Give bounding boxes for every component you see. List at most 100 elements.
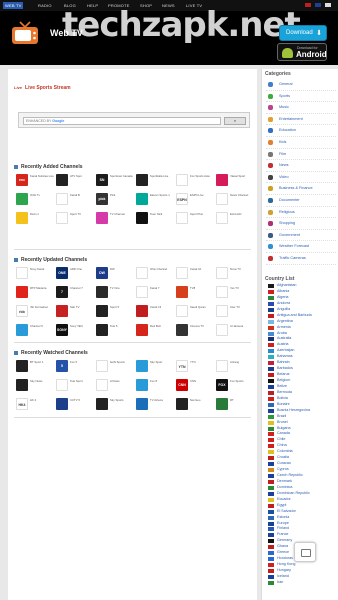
channel-name[interactable]: ARD One xyxy=(70,267,94,271)
channel-name[interactable]: Kanal B xyxy=(70,193,94,197)
channel-tile[interactable]: Kanal 7 xyxy=(134,285,174,301)
channel-name[interactable]: Fox Sports xyxy=(230,379,254,383)
channel-tile[interactable]: Star TV xyxy=(54,304,94,320)
channel-name[interactable]: Tele 5 xyxy=(110,324,134,328)
channel-tile[interactable]: Sky Sport xyxy=(134,359,174,375)
channel-name[interactable]: Inter TV xyxy=(230,305,254,309)
channel-name[interactable]: Sky Sport xyxy=(150,360,174,364)
channel-tile[interactable]: RTP Madeira xyxy=(14,285,54,301)
channel-name[interactable]: Arirang xyxy=(230,360,254,364)
channel-name[interactable]: Extra HD xyxy=(230,212,254,216)
channel-name[interactable]: Sportitalia Live xyxy=(150,174,174,178)
channel-tile[interactable]: Sky Sports xyxy=(94,397,134,413)
channel-tile[interactable]: Sport Plus xyxy=(174,211,214,227)
channel-tile[interactable]: Sport 5 xyxy=(94,304,134,320)
channel-name[interactable]: Cinema TV xyxy=(190,324,214,328)
search-button[interactable]: ⌕ xyxy=(224,117,246,125)
channel-logo[interactable] xyxy=(136,379,148,391)
channel-tile[interactable]: HK4 HK 4 xyxy=(14,397,54,413)
channel-name[interactable]: Canal 10 xyxy=(190,267,214,271)
channel-logo[interactable] xyxy=(56,379,68,391)
channel-logo[interactable] xyxy=(96,212,108,224)
channel-logo[interactable] xyxy=(96,305,108,317)
floating-chat-widget[interactable] xyxy=(294,542,316,562)
search-input[interactable]: ENHANCED BY Google xyxy=(23,117,221,125)
channel-name[interactable]: TV One xyxy=(110,286,134,290)
channel-tile[interactable]: Cinema TV xyxy=(174,323,214,339)
channel-logo[interactable] xyxy=(136,212,148,224)
channel-name[interactable]: Sport 5 xyxy=(110,305,134,309)
channel-tile[interactable]: beIN Sports xyxy=(94,359,134,375)
channel-tile[interactable]: Sportitalia Live xyxy=(134,173,174,189)
channel-tile[interactable]: TV Azteca xyxy=(134,397,174,413)
channel-name[interactable]: Kanal 7 xyxy=(150,286,174,290)
channel-logo[interactable] xyxy=(16,360,28,372)
country-item[interactable]: Iran xyxy=(266,580,336,586)
channel-name[interactable]: BT Sport 1 xyxy=(30,360,54,364)
channel-logo[interactable] xyxy=(216,193,228,205)
category-item[interactable]: Religious xyxy=(266,207,336,219)
channel-name[interactable]: Red Bull xyxy=(150,324,174,328)
category-item[interactable]: Music xyxy=(266,102,336,114)
channel-name[interactable]: Fox 5 xyxy=(70,360,94,364)
channel-tile[interactable]: DW DW xyxy=(94,266,134,282)
channel-logo[interactable] xyxy=(136,305,148,317)
nav-web-tv[interactable]: WEB TV xyxy=(3,2,24,9)
channel-name[interactable]: TV Azteca xyxy=(150,398,174,402)
channel-name[interactable]: rbb Fernsehen xyxy=(30,305,54,309)
channel-name[interactable]: CNN xyxy=(190,379,214,383)
channel-tile[interactable]: Eleven Sports 1 xyxy=(134,192,174,208)
channel-logo[interactable] xyxy=(176,324,188,336)
channel-logo[interactable] xyxy=(216,305,228,317)
channel-tile[interactable]: Fox 8 xyxy=(134,378,174,394)
channel-name[interactable]: Novy Kanal xyxy=(30,267,54,271)
channel-name[interactable]: RTP Madeira xyxy=(30,286,54,290)
channel-logo[interactable] xyxy=(136,398,148,410)
channel-name[interactable]: Sky News xyxy=(30,379,54,383)
channel-tile[interactable]: Al Jazeera xyxy=(214,323,254,339)
channel-name[interactable]: Channel 5 xyxy=(30,324,54,328)
channel-tile[interactable]: Viasat Sport xyxy=(214,173,254,189)
channel-logo[interactable] xyxy=(16,324,28,336)
category-item[interactable]: Business & Finance xyxy=(266,183,336,195)
channel-logo[interactable] xyxy=(136,360,148,372)
channel-tile[interactable]: SONY Sony TEN xyxy=(54,323,94,339)
channel-name[interactable]: Pick xyxy=(110,193,134,197)
channel-name[interactable]: News Channel xyxy=(230,193,254,197)
channel-tile[interactable]: Novy Kanal xyxy=(14,266,54,282)
channel-tile[interactable]: Sky News xyxy=(14,378,54,394)
tv-logo-icon[interactable] xyxy=(11,21,39,45)
channel-logo[interactable] xyxy=(16,379,28,391)
channel-tile[interactable]: Ohio Channel xyxy=(134,266,174,282)
channel-logo[interactable] xyxy=(136,324,148,336)
channel-logo[interactable] xyxy=(176,286,188,298)
channel-logo[interactable] xyxy=(176,212,188,224)
channel-logo[interactable]: SN xyxy=(96,174,108,186)
nav-radio[interactable]: RADIO xyxy=(38,3,52,8)
channel-name[interactable]: Eleven Sports 1 xyxy=(150,193,174,197)
channel-logo[interactable]: CNN xyxy=(176,379,188,391)
channel-tile[interactable]: TV One xyxy=(94,285,134,301)
channel-name[interactable]: DW xyxy=(110,267,134,271)
channel-logo[interactable] xyxy=(16,193,28,205)
channel-tile[interactable]: ONE ARD One xyxy=(54,266,94,282)
channel-logo[interactable]: HK4 xyxy=(16,398,28,410)
channel-tile[interactable]: Tele Sport xyxy=(54,378,94,394)
channel-name[interactable]: Teen Nick xyxy=(150,212,174,216)
channel-name[interactable]: Sportsnet Canada xyxy=(110,174,134,178)
channel-name[interactable]: Sport Plus xyxy=(190,212,214,216)
channel-logo[interactable] xyxy=(136,286,148,298)
channel-logo[interactable] xyxy=(136,174,148,186)
channel-logo[interactable]: 5 xyxy=(56,360,68,372)
channel-logo[interactable] xyxy=(16,286,28,298)
channel-tile[interactable]: Kanal B xyxy=(54,192,94,208)
channel-name[interactable]: Canal 13 xyxy=(150,305,174,309)
channel-logo[interactable] xyxy=(136,193,148,205)
channel-tile[interactable]: 5 Fox 5 xyxy=(54,359,94,375)
channel-name[interactable]: Channel 7 xyxy=(70,286,94,290)
channel-logo[interactable]: FOX xyxy=(216,379,228,391)
channel-tile[interactable]: TV Channel xyxy=(94,211,134,227)
category-item[interactable]: Video xyxy=(266,172,336,184)
channel-tile[interactable]: SN Sportsnet Canada xyxy=(94,173,134,189)
language-flag-icon[interactable] xyxy=(315,3,321,7)
